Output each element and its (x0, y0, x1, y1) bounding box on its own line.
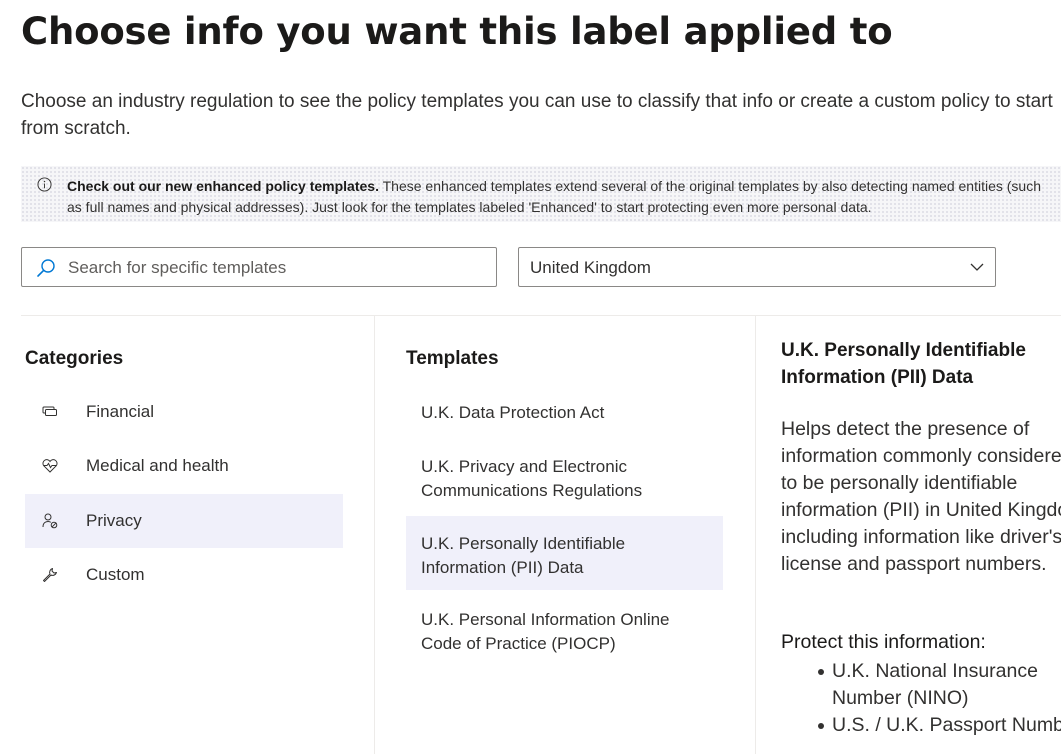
template-label-line2: Information (PII) Data (421, 558, 584, 577)
detail-desc-line: including information like driver's (781, 526, 1061, 548)
info-icon (37, 177, 52, 192)
templates-title: Templates (406, 348, 499, 369)
chevron-down-icon (970, 263, 984, 271)
template-uk-piocp[interactable]: U.K. Personal Information Online Code of… (406, 598, 723, 660)
banner-bold-text: Check out our new enhanced policy templa… (67, 178, 379, 194)
protected-info-line2: Number (NINO) (832, 687, 969, 709)
detail-desc-line: information (PII) in United Kingdom (781, 499, 1061, 521)
search-icon (37, 259, 55, 277)
category-label: Custom (86, 565, 145, 584)
page-title: Choose info you want this label applied … (21, 10, 893, 53)
protected-info-item: U.K. National Insurance Number (NINO) (781, 658, 1061, 712)
detail-desc-line: license and passport numbers. (781, 553, 1047, 575)
template-label-line2: Communications Regulations (421, 481, 643, 500)
search-input[interactable] (68, 256, 488, 280)
category-custom[interactable]: Custom (25, 548, 343, 602)
template-label-line1: U.K. Personal Information Online (421, 610, 670, 629)
bullet-icon (818, 669, 824, 675)
template-detail-description: Helps detect the presence of information… (781, 416, 1061, 578)
template-label: U.K. Data Protection Act (421, 403, 605, 422)
protected-info-line1: U.S. / U.K. Passport Number (832, 714, 1061, 736)
column-divider-details (755, 315, 756, 754)
detail-desc-line: information commonly considered (781, 445, 1061, 467)
detail-desc-line: Helps detect the presence of (781, 418, 1030, 440)
section-divider (21, 315, 1061, 316)
template-label-line1: U.K. Personally Identifiable (421, 534, 626, 553)
page-description: Choose an industry regulation to see the… (21, 91, 1053, 139)
wrench-icon (43, 568, 57, 582)
protect-info-heading: Protect this information: (781, 631, 986, 653)
detail-desc-line: to be personally identifiable (781, 472, 1018, 494)
column-divider-templates (374, 315, 375, 754)
category-financial[interactable]: Financial (25, 385, 343, 439)
region-dropdown-value: United Kingdom (530, 258, 651, 277)
category-label: Medical and health (86, 456, 229, 475)
financial-icon (42, 406, 57, 416)
category-privacy[interactable]: Privacy (25, 494, 343, 548)
category-label: Financial (86, 402, 155, 421)
category-label: Privacy (86, 511, 142, 530)
detail-title-line2: Information (PII) Data (781, 367, 974, 388)
protected-info-list: U.K. National Insurance Number (NINO) U.… (781, 658, 1061, 739)
template-detail-title: U.K. Personally Identifiable Information… (781, 337, 1061, 391)
bullet-icon (818, 723, 824, 729)
region-dropdown[interactable]: United Kingdom (518, 247, 996, 287)
protected-info-item: U.S. / U.K. Passport Number (781, 712, 1061, 739)
template-search-box[interactable] (21, 247, 497, 287)
template-label-line2: Code of Practice (PIOCP) (421, 634, 616, 653)
banner-text: Check out our new enhanced policy templa… (67, 176, 1052, 218)
categories-title: Categories (25, 348, 124, 369)
heart-pulse-icon (42, 459, 58, 473)
protected-info-line1: U.K. National Insurance (832, 660, 1038, 682)
person-privacy-icon (42, 513, 58, 529)
template-uk-pii-data[interactable]: U.K. Personally Identifiable Information… (406, 516, 723, 590)
category-medical-and-health[interactable]: Medical and health (25, 439, 343, 493)
enhanced-templates-banner: Check out our new enhanced policy templa… (21, 166, 1061, 222)
template-label-line1: U.K. Privacy and Electronic (421, 457, 627, 476)
template-uk-data-protection-act[interactable]: U.K. Data Protection Act (406, 388, 723, 438)
template-uk-privacy-electronic-communications[interactable]: U.K. Privacy and Electronic Communicatio… (406, 446, 723, 508)
detail-title-line1: U.K. Personally Identifiable (781, 340, 1026, 361)
